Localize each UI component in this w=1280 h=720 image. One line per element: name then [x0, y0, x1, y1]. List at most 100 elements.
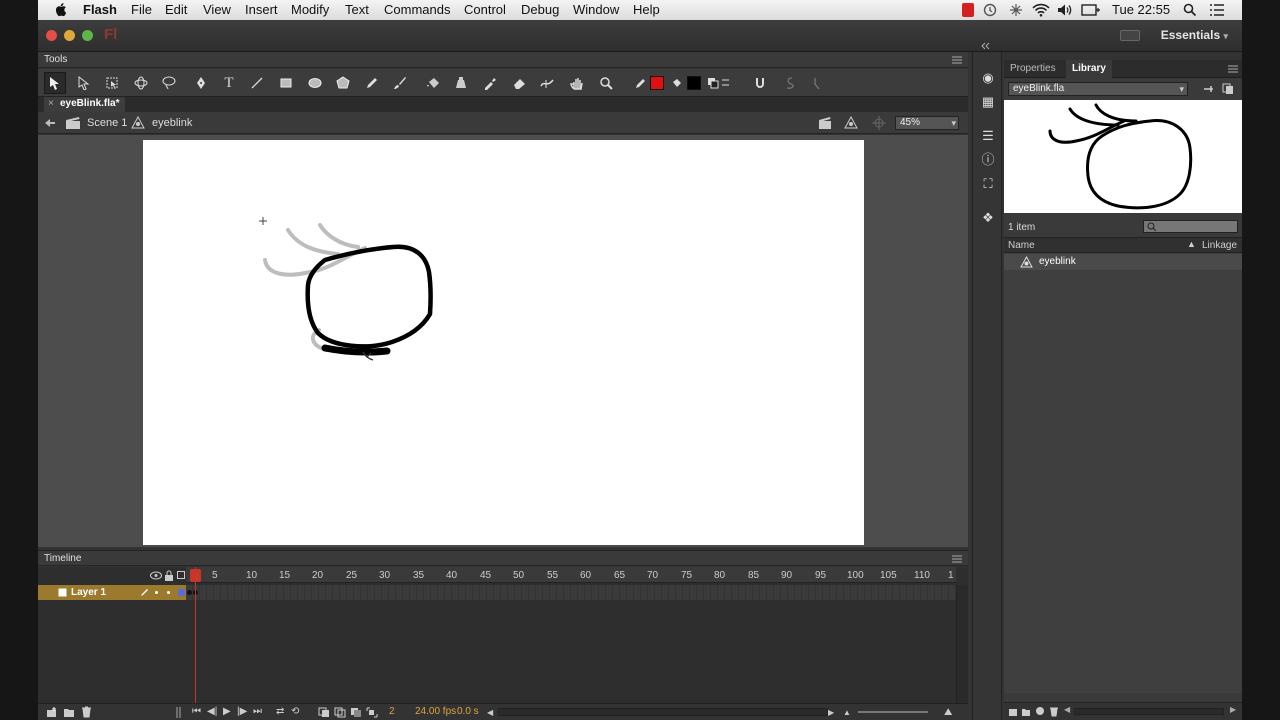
panel-menu-icon[interactable] — [952, 56, 962, 64]
playhead[interactable] — [190, 569, 201, 582]
properties-icon[interactable] — [1035, 706, 1045, 716]
step-forward-button[interactable]: |▶ — [237, 706, 247, 717]
motion-presets-icon[interactable]: ◉ — [980, 70, 996, 86]
loop-icon[interactable]: ⇄ — [276, 706, 284, 717]
display-icon[interactable] — [1081, 4, 1101, 16]
network-icon[interactable] — [1009, 3, 1023, 17]
edit-scene-icon[interactable] — [818, 116, 834, 130]
free-transform-tool[interactable] — [101, 72, 123, 94]
menubar-clock[interactable]: Tue 22:55 — [1112, 2, 1170, 17]
stage-canvas[interactable] — [143, 140, 864, 545]
center-stage-icon[interactable] — [872, 116, 886, 130]
new-library-panel-icon[interactable] — [1222, 83, 1234, 95]
layer-row[interactable]: Layer 1 — [38, 585, 186, 600]
lock-dot[interactable] — [167, 591, 170, 594]
layer-color-swatch[interactable] — [178, 589, 185, 596]
menu-commands[interactable]: Commands — [384, 2, 450, 17]
column-name[interactable]: Name — [1008, 240, 1035, 251]
hand-tool[interactable] — [566, 72, 588, 94]
straighten-icon[interactable] — [811, 76, 823, 90]
menu-insert[interactable]: Insert — [245, 2, 278, 17]
menu-edit[interactable]: Edit — [165, 2, 187, 17]
breadcrumb-scene[interactable]: Scene 1 — [87, 117, 127, 129]
app-menu[interactable]: Flash — [83, 2, 117, 17]
minimize-window-button[interactable] — [64, 30, 75, 41]
workspace-switcher[interactable]: Essentials ▾ — [1161, 28, 1228, 42]
menu-text[interactable]: Text — [345, 2, 369, 17]
close-tab-icon[interactable]: × — [48, 98, 54, 109]
center-frame-icon[interactable] — [176, 707, 182, 718]
modify-onion-markers-icon[interactable] — [366, 707, 378, 718]
new-folder-icon[interactable] — [1021, 707, 1031, 717]
align-icon[interactable]: ☰ — [980, 128, 996, 144]
scroll-right-icon[interactable]: ▶ — [828, 708, 834, 717]
width-tool[interactable] — [536, 72, 558, 94]
breadcrumb-symbol[interactable]: eyeblink — [152, 117, 192, 129]
brush-tool[interactable] — [389, 72, 411, 94]
fill-color-swatch[interactable] — [687, 76, 701, 90]
back-arrow-icon[interactable] — [44, 118, 56, 128]
edit-symbols-icon[interactable] — [844, 116, 860, 130]
go-to-first-frame-button[interactable]: ⏮ — [192, 706, 201, 717]
eyedropper-tool[interactable] — [479, 72, 501, 94]
text-tool[interactable]: T — [218, 72, 240, 94]
components-icon[interactable]: ❖ — [980, 210, 996, 226]
onion-skin-toggle-icon[interactable] — [318, 707, 330, 718]
selection-tool[interactable] — [44, 72, 66, 94]
scroll-left-icon[interactable]: ◀ — [1064, 705, 1070, 714]
pencil-tool[interactable] — [361, 72, 383, 94]
onion-outlines-icon[interactable] — [334, 707, 346, 718]
3d-rotation-tool[interactable] — [130, 72, 152, 94]
oval-tool[interactable] — [304, 72, 326, 94]
swatches-icon[interactable]: ▦ — [980, 94, 996, 110]
time-machine-icon[interactable] — [983, 3, 997, 17]
menu-help[interactable]: Help — [633, 2, 660, 17]
panel-menu-icon[interactable] — [952, 555, 962, 563]
ink-bottle-tool[interactable] — [450, 72, 472, 94]
apple-icon[interactable] — [54, 2, 68, 17]
polystar-tool[interactable] — [332, 72, 354, 94]
edit-multiple-frames-icon[interactable] — [350, 707, 362, 718]
library-horizontal-scrollbar[interactable] — [1074, 708, 1224, 715]
timeline-zoom-slider[interactable] — [858, 711, 928, 713]
menu-view[interactable]: View — [203, 2, 231, 17]
tab-library[interactable]: Library — [1066, 60, 1112, 78]
zoom-tool[interactable] — [595, 72, 617, 94]
document-tab[interactable]: × eyeBlink.fla* — [44, 97, 126, 112]
timeline-horizontal-scrollbar[interactable] — [498, 708, 828, 716]
zoom-window-button[interactable] — [82, 30, 93, 41]
lock-icon[interactable] — [164, 570, 174, 581]
menu-window[interactable]: Window — [573, 2, 619, 17]
swap-colors-icon[interactable] — [707, 77, 731, 89]
current-frame[interactable]: 2 — [389, 706, 395, 717]
zoom-in-icon[interactable]: ⛰ — [944, 707, 952, 718]
onion-skin-icon[interactable]: ⟲ — [291, 706, 299, 717]
zoom-out-icon[interactable]: ▲ — [843, 708, 851, 717]
sync-settings-icon[interactable] — [1120, 30, 1140, 41]
close-window-button[interactable] — [46, 30, 57, 41]
smooth-icon[interactable] — [783, 76, 795, 90]
snap-magnet-icon[interactable] — [754, 76, 766, 90]
new-folder-icon[interactable] — [63, 707, 75, 718]
info-icon[interactable]: ⓘ — [980, 152, 996, 168]
library-search-input[interactable] — [1143, 220, 1238, 233]
volume-icon[interactable] — [1057, 3, 1073, 17]
paint-bucket-tool[interactable] — [422, 72, 444, 94]
menu-file[interactable]: File — [131, 2, 152, 17]
transform-panel-icon[interactable]: ⛶ — [980, 176, 996, 192]
tab-properties[interactable]: Properties — [1010, 63, 1056, 74]
timeline-vertical-scrollbar[interactable] — [956, 585, 968, 703]
collapse-panels-icon[interactable] — [979, 42, 997, 50]
menu-control[interactable]: Control — [464, 2, 506, 17]
subselection-tool[interactable] — [73, 72, 95, 94]
new-layer-icon[interactable] — [46, 707, 58, 718]
play-button[interactable]: ▶ — [223, 706, 231, 717]
spotlight-search-icon[interactable] — [1183, 3, 1197, 17]
visibility-dot[interactable] — [155, 591, 158, 594]
lasso-tool[interactable] — [158, 72, 180, 94]
frame-rate[interactable]: 24.00 fps — [415, 706, 456, 717]
recording-icon[interactable] — [962, 3, 974, 17]
panel-menu-icon[interactable] — [1228, 65, 1238, 73]
step-back-button[interactable]: ◀| — [207, 706, 217, 717]
eraser-tool[interactable] — [508, 72, 530, 94]
